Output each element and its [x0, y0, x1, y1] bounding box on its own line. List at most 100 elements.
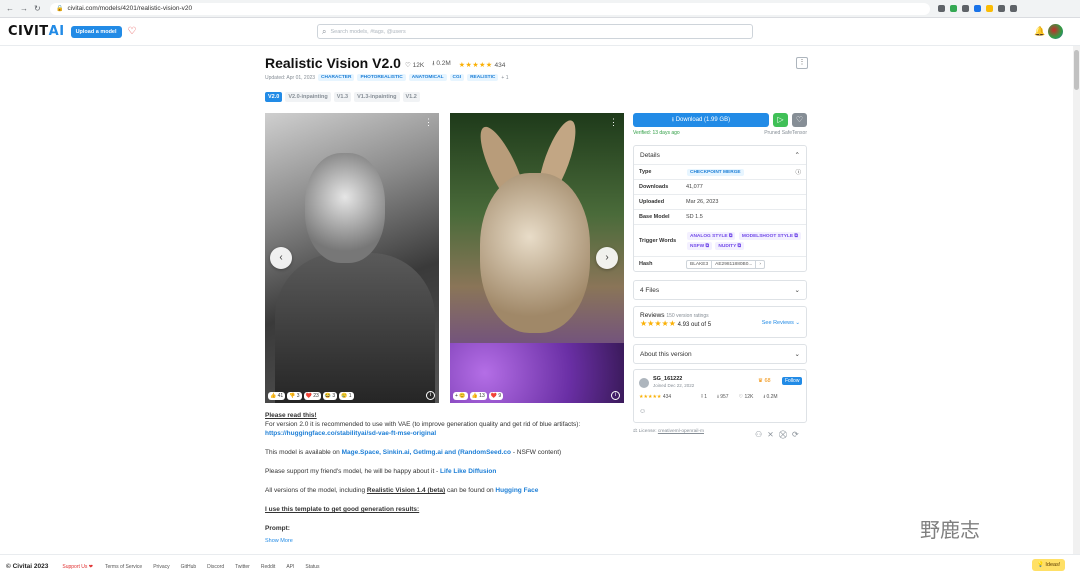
bell-icon[interactable]: 🔔: [1034, 26, 1045, 37]
tab-v1-2[interactable]: V1.2: [402, 92, 420, 102]
author-avatar[interactable]: [639, 378, 649, 388]
files-panel[interactable]: 4 Files ⌄: [633, 280, 807, 300]
hash-box[interactable]: BLAKE3 AE29811880B0... ›: [686, 259, 766, 269]
chevron-up-icon: ⌃: [794, 152, 800, 159]
extension-icon[interactable]: [986, 5, 993, 12]
details-header[interactable]: Details ⌃: [634, 146, 806, 164]
tab-v1-3[interactable]: V1.3: [333, 92, 352, 102]
upload-model-button[interactable]: Upload a model: [70, 25, 122, 38]
extension-icon[interactable]: [950, 5, 957, 12]
license-link[interactable]: creativeml-openrail-m: [658, 429, 704, 434]
tag-photorealistic[interactable]: PHOTOREALISTIC: [357, 74, 406, 81]
scale-icon: ⚖: [633, 429, 638, 434]
extension-icon[interactable]: [974, 5, 981, 12]
realistic-vision-1-4-link[interactable]: Realistic Vision 1.4 (beta): [367, 487, 445, 494]
ideas-button[interactable]: 💡 Ideas!: [1032, 559, 1066, 571]
heart-icon[interactable]: ♡: [792, 113, 807, 127]
follow-button[interactable]: Follow: [782, 377, 803, 385]
back-icon[interactable]: ←: [6, 4, 14, 13]
download-button[interactable]: ⭳ Download (1.99 GB): [633, 113, 769, 127]
trigger-word[interactable]: NUDITY ⧉: [715, 241, 744, 250]
availability-line: This model is available on Mage.Space, S…: [265, 449, 562, 456]
author-name[interactable]: SG_161222: [653, 376, 682, 382]
face-shape: [305, 153, 385, 263]
detail-row-base-model: Base Model SD 1.5: [634, 209, 806, 224]
see-reviews-link[interactable]: See Reviews ⌄: [762, 320, 800, 328]
show-more-link[interactable]: Show More: [265, 538, 293, 544]
footer-link-privacy[interactable]: Privacy: [153, 564, 169, 570]
reaction-heart[interactable]: ❤️ 9: [488, 392, 504, 400]
tag-cgi[interactable]: CGI: [449, 74, 465, 81]
hugging-face-link[interactable]: Hugging Face: [495, 487, 538, 494]
more-options-button[interactable]: ⋮: [796, 57, 808, 69]
reviews-content: Reviews 150 version ratings ★★★★★ 4.93 o…: [640, 312, 800, 328]
reaction-laugh[interactable]: 😂 3: [322, 392, 338, 400]
description-line: For version 2.0 it is recommended to use…: [265, 421, 581, 428]
reaction-heart[interactable]: ❤️ 23: [303, 392, 321, 400]
rating-stat[interactable]: ★★★★★ 434: [459, 61, 506, 69]
forward-icon[interactable]: →: [20, 4, 28, 13]
tag-character[interactable]: CHARACTER: [318, 74, 355, 81]
footer-link-reddit[interactable]: Reddit: [261, 564, 275, 570]
trigger-word[interactable]: MODELSHOOT STYLE ⧉: [738, 231, 801, 240]
carousel-next-button[interactable]: ›: [596, 247, 618, 269]
emoji-icon[interactable]: ☺: [639, 408, 646, 415]
extension-icon[interactable]: [998, 5, 1005, 12]
scrollbar-thumb[interactable]: [1074, 50, 1079, 90]
footer-link-twitter[interactable]: Twitter: [235, 564, 250, 570]
site-footer: © Civitai 2023 Support Us ❤ Terms of Ser…: [0, 554, 1080, 578]
footer-link-status[interactable]: Status: [305, 564, 319, 570]
about-header[interactable]: About this version ⌄: [634, 345, 806, 363]
civitai-logo[interactable]: CIVITAI: [8, 24, 65, 39]
tag-anatomical[interactable]: ANATOMICAL: [408, 74, 447, 81]
more-tags[interactable]: + 1: [501, 75, 508, 81]
support-us-link[interactable]: Support Us ❤: [62, 564, 93, 570]
address-bar[interactable]: 🔒 civitai.com/models/4201/realistic-visi…: [50, 2, 930, 15]
scrollbar[interactable]: [1073, 46, 1080, 554]
model-description: Please read this! For version 2.0 it is …: [265, 411, 615, 533]
reaction-like[interactable]: 👍 13: [469, 392, 487, 400]
reaction-add[interactable]: + 😊: [453, 392, 468, 400]
tab-v1-3-inpainting[interactable]: V1.3-inpainting: [354, 92, 400, 102]
extension-icon[interactable]: [962, 5, 969, 12]
heart-icon[interactable]: ♡: [128, 26, 137, 37]
platform-links[interactable]: Mage.Space, Sinkin.ai, GetImg.ai and (Ra…: [342, 449, 511, 456]
trigger-word[interactable]: ANALOG STYLE ⧉: [687, 231, 736, 240]
info-icon[interactable]: i: [426, 391, 435, 400]
tab-v2-0[interactable]: V2.0: [265, 92, 283, 102]
footer-link-github[interactable]: GitHub: [181, 564, 197, 570]
footer-link-terms[interactable]: Terms of Service: [105, 564, 142, 570]
support-line: Please support my friend's model, he wil…: [265, 468, 497, 475]
play-icon[interactable]: ▷: [773, 113, 788, 127]
info-icon[interactable]: ⓘ: [795, 168, 801, 176]
reaction-like[interactable]: 👍 41: [268, 392, 286, 400]
vae-link[interactable]: https://huggingface.co/stabilityai/sd-va…: [265, 429, 615, 438]
tab-v2-0-inpainting[interactable]: V2.0-inpainting: [285, 92, 331, 102]
avatar[interactable]: [1048, 24, 1063, 39]
extensions: [938, 5, 1017, 12]
chevron-down-icon: ⌄: [794, 287, 800, 294]
footer-link-api[interactable]: API: [286, 564, 294, 570]
tag-realistic[interactable]: REALISTIC: [467, 74, 499, 81]
info-icon[interactable]: i: [611, 391, 620, 400]
reaction-dislike[interactable]: 👎 3: [287, 392, 302, 400]
about-version-panel[interactable]: About this version ⌄: [633, 344, 807, 364]
search-input[interactable]: ⌕ Search models, #tags, @users: [317, 24, 753, 39]
profile-icon[interactable]: [1010, 5, 1017, 12]
carousel-prev-button[interactable]: ‹: [270, 247, 292, 269]
author-stats: ★★★★★ 434 ⭱ 1 ⭳ 957 ♡ 12K ⭳ 0.2M: [639, 394, 778, 400]
image-reactions: 👍 41 👎 3 ❤️ 23 😂 3 😢 1: [268, 392, 354, 400]
image-menu-icon[interactable]: ⋮: [424, 117, 433, 128]
files-header[interactable]: 4 Files ⌄: [634, 281, 806, 299]
footer-brand: © Civitai 2023: [6, 563, 49, 570]
reaction-cry[interactable]: 😢 1: [339, 392, 354, 400]
type-badge: CHECKPOINT MERGE: [687, 168, 744, 176]
search-placeholder: Search models, #tags, @users: [330, 28, 406, 35]
trigger-word[interactable]: NSFW ⧉: [687, 241, 712, 250]
extension-icon[interactable]: [938, 5, 945, 12]
footer-link-discord[interactable]: Discord: [207, 564, 224, 570]
detail-row-trigger-words: Trigger Words ANALOG STYLE ⧉ MODELSHOOT …: [634, 224, 806, 256]
image-menu-icon[interactable]: ⋮: [609, 117, 618, 128]
life-like-diffusion-link[interactable]: Life Like Diffusion: [440, 468, 496, 475]
reload-icon[interactable]: ↻: [34, 4, 41, 13]
